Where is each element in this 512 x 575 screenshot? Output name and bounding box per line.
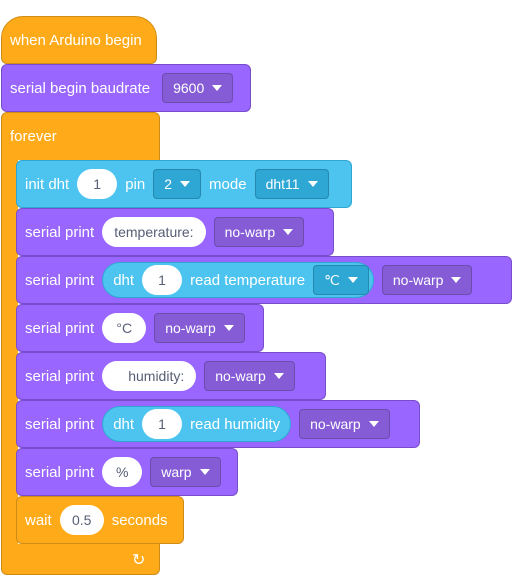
serial-print-label: serial print [25, 415, 95, 433]
warp-value: warp [161, 464, 192, 480]
pin-label: pin [125, 175, 146, 193]
serial-print-block[interactable]: serial print dht 1 read temperature ℃ no… [16, 256, 512, 304]
pin-value: 2 [164, 176, 173, 192]
dht-number-input[interactable]: 1 [77, 169, 118, 199]
dht-number-value: 1 [158, 272, 166, 288]
dht-number-value: 1 [158, 416, 166, 432]
text-value: % [115, 464, 129, 480]
pin-dropdown[interactable]: 2 [153, 169, 202, 199]
serial-begin-label: serial begin baudrate [10, 79, 151, 97]
serial-print-block[interactable]: serial print dht 1 read humidity no-warp [16, 400, 420, 448]
mode-value: dht11 [265, 176, 300, 192]
wait-label: wait [25, 511, 52, 529]
dht-number-value: 1 [93, 176, 102, 192]
text-value: temperature: [114, 224, 194, 240]
serial-print-label: serial print [25, 319, 95, 337]
baud-value: 9600 [173, 80, 205, 96]
warp-value: no-warp [215, 368, 266, 384]
warp-dropdown[interactable]: no-warp [381, 265, 473, 295]
serial-print-block[interactable]: serial print °C no-warp [16, 304, 264, 352]
unit-value: ℃ [324, 271, 340, 288]
caret-down-icon [307, 181, 318, 187]
serial-print-block[interactable]: serial print humidity: no-warp [16, 352, 326, 400]
text-input[interactable]: % [102, 457, 143, 487]
loop-arrow-icon: ↻ [132, 552, 146, 569]
text-input[interactable]: temperature: [102, 217, 206, 247]
when-arduino-begin-block[interactable]: when Arduino begin [1, 16, 157, 64]
serial-print-label: serial print [25, 463, 95, 481]
dht-number-input[interactable]: 1 [142, 265, 183, 295]
serial-print-label: serial print [25, 223, 95, 241]
wait-block[interactable]: wait 0.5 seconds [16, 496, 184, 544]
forever-block[interactable]: forever [1, 112, 160, 160]
serial-print-label: serial print [25, 367, 95, 385]
seconds-label: seconds [111, 511, 168, 529]
warp-dropdown[interactable]: warp [150, 457, 221, 487]
read-temperature-label: read temperature [190, 271, 306, 289]
dht-number-input[interactable]: 1 [142, 409, 183, 439]
caret-down-icon [223, 325, 234, 331]
mode-label: mode [209, 175, 247, 193]
baud-dropdown[interactable]: 9600 [162, 73, 234, 103]
text-value: humidity: [128, 368, 185, 384]
mode-dropdown[interactable]: dht11 [254, 169, 329, 199]
dht-read-humidity-reporter[interactable]: dht 1 read humidity [102, 406, 292, 442]
serial-print-block[interactable]: serial print % warp [16, 448, 238, 496]
dht-label: dht [113, 415, 135, 433]
text-value: °C [116, 320, 133, 336]
serial-begin-block[interactable]: serial begin baudrate 9600 [1, 64, 251, 112]
caret-down-icon [180, 181, 191, 187]
caret-down-icon [212, 85, 223, 91]
caret-down-icon [451, 277, 462, 283]
caret-down-icon [199, 469, 210, 475]
forever-label: forever [10, 128, 57, 145]
unit-dropdown[interactable]: ℃ [313, 265, 369, 295]
init-dht-block[interactable]: init dht 1 pin 2 mode dht11 [16, 160, 352, 208]
wait-seconds-input[interactable]: 0.5 [59, 505, 104, 535]
warp-value: no-warp [224, 224, 276, 240]
read-humidity-label: read humidity [190, 415, 281, 433]
serial-print-label: serial print [25, 271, 95, 289]
caret-down-icon [283, 229, 294, 235]
warp-value: no-warp [310, 416, 361, 432]
text-input[interactable]: °C [102, 313, 147, 343]
wait-value: 0.5 [71, 512, 92, 528]
serial-print-block[interactable]: serial print temperature: no-warp [16, 208, 334, 256]
dht-read-temperature-reporter[interactable]: dht 1 read temperature ℃ [102, 262, 374, 298]
warp-value: no-warp [392, 272, 444, 288]
warp-dropdown[interactable]: no-warp [299, 409, 390, 439]
caret-down-icon [347, 277, 358, 283]
caret-down-icon [273, 373, 284, 379]
text-input[interactable]: humidity: [102, 361, 197, 391]
init-dht-label: init dht [25, 175, 70, 193]
warp-dropdown[interactable]: no-warp [204, 361, 295, 391]
warp-dropdown[interactable]: no-warp [154, 313, 245, 343]
warp-dropdown[interactable]: no-warp [213, 217, 305, 247]
dht-label: dht [113, 271, 135, 289]
hat-label: when Arduino begin [10, 31, 142, 49]
warp-value: no-warp [165, 320, 216, 336]
caret-down-icon [368, 421, 379, 427]
